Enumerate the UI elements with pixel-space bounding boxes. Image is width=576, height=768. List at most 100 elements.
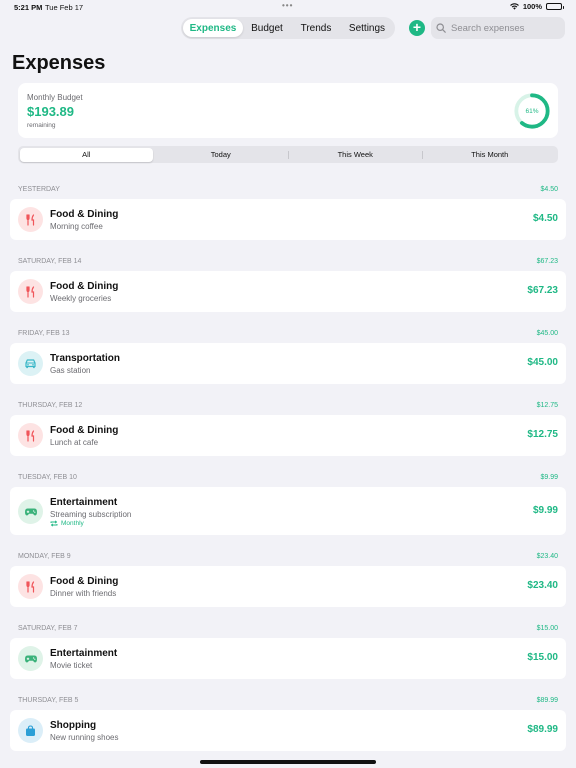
section-date: YESTERDAY [18,186,60,193]
category-icon-circle [18,574,43,599]
section-header: SATURDAY, FEB 14 $67.23 [0,253,576,271]
expense-description: Gas station [50,366,91,375]
expense-description: Weekly groceries [50,294,112,303]
fork-knife-icon [25,213,34,226]
expense-list: YESTERDAY $4.50 Food & Dining Morning co… [0,181,576,751]
expense-row[interactable]: Entertainment Movie ticket $15.00 [10,638,566,679]
filter-this-week[interactable]: This Week [289,148,423,162]
section-header: MONDAY, FEB 9 $23.40 [0,548,576,566]
section-header: THURSDAY, FEB 5 $89.99 [0,692,576,710]
expense-amount: $89.99 [527,724,558,735]
expense-row[interactable]: Entertainment Streaming subscription Mon… [10,487,566,535]
section-header: FRIDAY, FEB 13 $45.00 [0,325,576,343]
gamepad-icon [24,508,37,515]
wifi-icon [509,3,519,10]
expense-description: Movie ticket [50,661,93,670]
search-input[interactable] [451,22,561,34]
search-icon [436,23,446,33]
section-date: MONDAY, FEB 9 [18,553,71,560]
expense-description: Dinner with friends [50,589,117,598]
section-header: TUESDAY, FEB 10 $9.99 [0,469,576,487]
filter-all[interactable]: All [19,147,153,162]
filter-this-month[interactable]: This Month [423,148,557,162]
bag-icon [26,724,35,736]
search-bar[interactable] [431,17,565,39]
battery-icon [546,3,564,10]
fork-knife-icon [25,580,34,593]
multitasking-dots-icon[interactable]: ••• [282,1,293,10]
status-date: Tue Feb 17 [45,3,84,12]
section-total: $4.50 [540,186,558,193]
expense-category: Food & Dining [50,576,119,587]
expense-row[interactable]: Food & Dining Lunch at cafe $12.75 [10,415,566,456]
expense-category: Transportation [50,353,121,364]
section-date: FRIDAY, FEB 13 [18,330,70,337]
home-indicator[interactable] [200,760,376,764]
section-date: SATURDAY, FEB 7 [18,625,78,632]
battery-percent: 100% [522,2,542,11]
date-filter-segmented-control: All Today This Week This Month [18,146,558,163]
expense-amount: $9.99 [532,505,558,516]
budget-percent: 61% [525,107,539,115]
page-title: Expenses [12,52,106,74]
fork-knife-icon [25,285,34,298]
repeat-icon [50,520,58,527]
expense-row[interactable]: Transportation Gas station $45.00 [10,343,566,384]
expense-category: Entertainment [50,497,118,508]
expense-category: Food & Dining [50,425,119,436]
tab-expenses[interactable]: Expenses [183,19,243,37]
expense-amount: $67.23 [527,285,558,296]
expense-category: Entertainment [50,648,118,659]
expense-amount: $23.40 [527,580,558,591]
expense-amount: $15.00 [527,652,558,663]
section-date: THURSDAY, FEB 12 [18,402,83,409]
expense-description: Streaming subscription [50,510,132,519]
expense-description: New running shoes [50,733,119,742]
filter-today[interactable]: Today [154,148,288,162]
recurring-badge: Monthly [50,520,84,527]
monthly-budget-card[interactable]: Monthly Budget $193.89 remaining 61% [18,83,558,138]
expense-category: Shopping [50,720,97,731]
tab-budget[interactable]: Budget [243,19,291,37]
section-total: $67.23 [536,258,558,265]
expense-category: Food & Dining [50,281,119,292]
fork-knife-icon [25,429,34,442]
category-icon-circle [18,718,43,743]
budget-label: Monthly Budget [27,93,83,102]
section-date: TUESDAY, FEB 10 [18,474,77,481]
tab-trends[interactable]: Trends [291,19,341,37]
car-icon [25,359,36,369]
expense-description: Lunch at cafe [50,438,99,447]
status-bar: 5:21 PM Tue Feb 17 ••• 100% [0,0,576,14]
section-header: YESTERDAY $4.50 [0,181,576,199]
add-expense-button[interactable]: + [409,20,425,36]
expense-row[interactable]: Food & Dining Dinner with friends $23.40 [10,566,566,607]
tab-settings[interactable]: Settings [341,19,393,37]
status-time: 5:21 PM [14,3,43,12]
expense-description: Morning coffee [50,222,103,231]
section-date: THURSDAY, FEB 5 [18,697,79,704]
expense-amount: $45.00 [527,357,558,368]
expense-row[interactable]: Food & Dining Morning coffee $4.50 [10,199,566,240]
status-right: 100% [509,2,564,11]
section-total: $15.00 [536,625,558,632]
expense-category: Food & Dining [50,209,119,220]
budget-amount: $193.89 [27,104,74,119]
expense-row[interactable]: Shopping New running shoes $89.99 [10,710,566,751]
section-total: $45.00 [536,330,558,337]
section-date: SATURDAY, FEB 14 [18,258,82,265]
recurring-label: Monthly [61,520,84,527]
category-icon-circle [18,646,43,671]
section-total: $9.99 [540,474,558,481]
plus-icon: + [412,19,422,35]
expense-amount: $12.75 [527,429,558,440]
section-total: $12.75 [536,402,558,409]
category-icon-circle [18,499,43,524]
gamepad-icon [24,655,37,662]
category-icon-circle [18,423,43,448]
expense-row[interactable]: Food & Dining Weekly groceries $67.23 [10,271,566,312]
section-header: THURSDAY, FEB 12 $12.75 [0,397,576,415]
category-icon-circle [18,351,43,376]
main-tab-bar: Expenses Budget Trends Settings [181,17,395,39]
section-total: $23.40 [536,553,558,560]
